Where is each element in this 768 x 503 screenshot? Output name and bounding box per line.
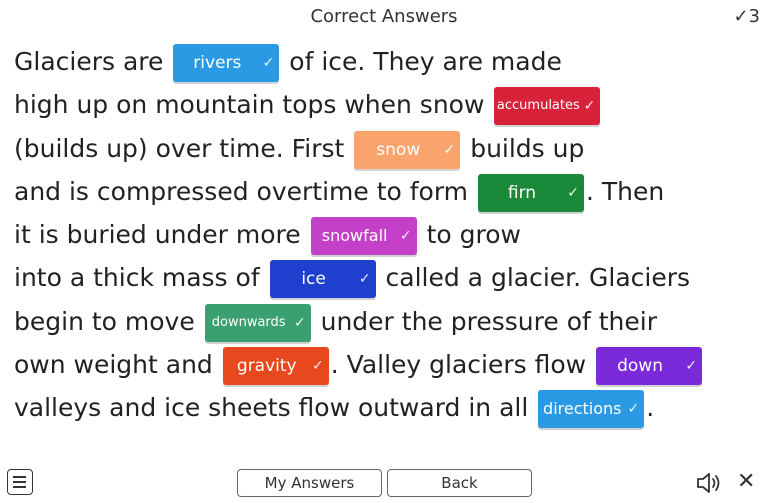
answer-chip-label: snow [376, 139, 421, 160]
passage-text: it is buried under more [14, 220, 309, 250]
passage-text: and is compressed overtime to form [14, 176, 476, 206]
passage-line: valleys and ice sheets flow outward in a… [14, 386, 759, 429]
passage-text: . [646, 393, 655, 423]
answer-chip-label: gravity [236, 356, 297, 377]
passage-text: Glaciers are [14, 47, 172, 76]
answer-chip-label: accumulates [496, 98, 580, 114]
check-icon: ✓ [685, 358, 698, 375]
passage-text: begin to move [14, 306, 203, 336]
check-icon: ✓ [358, 271, 371, 288]
passage: Glaciers are rivers ✓ of ice. They are ma… [14, 40, 759, 430]
passage-text: to grow [418, 220, 521, 250]
passage-text: (builds up) over time. First [14, 133, 353, 163]
passage-line: and is compressed overtime to form firn ✓… [14, 170, 759, 213]
passage-line: own weight and gravity ✓ . Valley glaciers… [14, 343, 759, 386]
hamburger-menu-icon[interactable] [7, 469, 33, 495]
answer-chip[interactable]: firn ✓ [477, 173, 584, 212]
answer-chip-label: snowfall [321, 226, 388, 246]
answer-chip[interactable]: down ✓ [596, 347, 703, 386]
answer-chip[interactable]: snowfall ✓ [310, 217, 417, 256]
answer-chip[interactable]: gravity ✓ [222, 347, 329, 386]
passage-text: under the pressure of their [312, 306, 657, 336]
passage-text: . Then [585, 176, 665, 206]
bottom-toolbar: My Answers Back ✕ [0, 466, 768, 503]
passage-text: builds up [462, 133, 585, 163]
page-title: Correct Answers [310, 6, 458, 27]
passage-text: called a glacier. Glaciers [377, 263, 691, 293]
score-display: ✓3 [733, 6, 760, 27]
passage-line: into a thick mass of ice ✓ called a glaci… [14, 256, 759, 299]
answer-chip[interactable]: ice ✓ [269, 260, 376, 299]
passage-line: it is buried under more snowfall ✓ to gro… [14, 213, 759, 256]
answer-chip-label: ice [301, 269, 326, 290]
passage-text: . Valley glaciers flow [330, 350, 595, 380]
check-icon: ✓ [733, 6, 749, 27]
answer-chip[interactable]: downwards ✓ [204, 303, 311, 342]
passage-line: begin to move downwards ✓ under the press… [14, 300, 759, 343]
answer-chip[interactable]: rivers ✓ [173, 44, 280, 82]
answer-chip-label: rivers [193, 53, 242, 73]
answer-chip-label: directions [543, 399, 622, 419]
answer-chip[interactable]: directions ✓ [538, 390, 645, 429]
passage-text: into a thick mass of [14, 263, 268, 293]
check-icon: ✓ [262, 55, 275, 71]
answer-chip[interactable]: snow ✓ [354, 130, 461, 169]
my-answers-button[interactable]: My Answers [237, 469, 382, 497]
check-icon: ✓ [583, 98, 596, 115]
check-icon: ✓ [293, 314, 306, 331]
score-value: 3 [748, 6, 760, 27]
check-icon: ✓ [399, 228, 412, 245]
close-icon[interactable]: ✕ [737, 469, 755, 495]
back-button[interactable]: Back [387, 469, 532, 497]
passage-line: (builds up) over time. First snow ✓ build… [14, 127, 759, 170]
check-icon: ✓ [627, 401, 640, 418]
passage-text: of ice. They are made [281, 47, 562, 76]
passage-text: own weight and [14, 350, 221, 380]
answer-chip[interactable]: accumulates ✓ [494, 87, 601, 126]
check-icon: ✓ [443, 141, 456, 158]
check-icon: ✓ [312, 358, 324, 375]
passage-text: high up on mountain tops when snow [14, 90, 493, 120]
answer-chip-label: downwards [211, 314, 286, 330]
passage-line: high up on mountain tops when snow accum… [14, 83, 759, 126]
passage-line: Glaciers are rivers ✓ of ice. They are ma… [14, 40, 759, 83]
check-icon: ✓ [567, 184, 579, 201]
speaker-icon[interactable] [695, 470, 723, 496]
answer-chip-label: down [617, 356, 663, 377]
passage-text: valleys and ice sheets flow outward in a… [14, 393, 537, 423]
answer-chip-label: firn [507, 182, 537, 203]
